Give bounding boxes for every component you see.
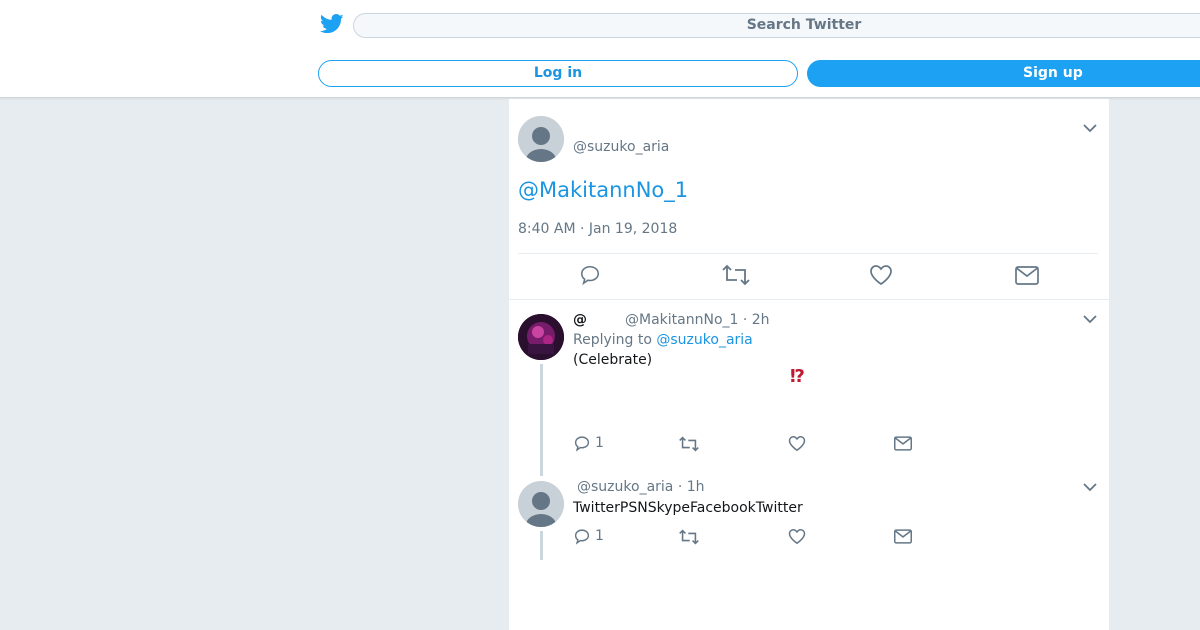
chevron-down-icon[interactable] — [1083, 483, 1097, 492]
reply-count: 1 — [595, 435, 604, 451]
signup-button[interactable]: Sign up — [807, 60, 1200, 87]
like-heart-icon[interactable] — [788, 435, 806, 452]
chevron-down-icon[interactable] — [1083, 124, 1097, 133]
tweet-timestamp[interactable]: 8:40 AM · Jan 19, 2018 — [518, 221, 677, 237]
direct-message-icon[interactable] — [894, 529, 912, 544]
retweet-icon[interactable] — [722, 264, 750, 286]
interrobang-emoji: ⁉ — [790, 366, 805, 387]
reply-icon[interactable] — [579, 264, 601, 286]
twitter-bird-icon[interactable] — [320, 13, 344, 35]
direct-message-icon[interactable] — [894, 436, 912, 451]
reply-handle-time[interactable]: @suzuko_aria · 1h — [577, 479, 705, 495]
avatar[interactable] — [518, 481, 564, 527]
reply-count: 1 — [595, 528, 604, 544]
replying-to: Replying to @suzuko_aria — [573, 332, 753, 348]
top-bar: Search Twitter Log in Sign up — [0, 0, 1200, 98]
reply-text: (Celebrate) — [573, 352, 653, 368]
thread-line — [540, 364, 543, 476]
login-button[interactable]: Log in — [318, 60, 798, 87]
conversation-panel: @suzuko_aria @MakitannNo_1 8:40 AM · Jan… — [509, 99, 1109, 630]
retweet-icon[interactable] — [679, 436, 699, 452]
default-profile-icon — [518, 481, 564, 527]
replying-to-link[interactable]: @suzuko_aria — [656, 332, 752, 348]
default-profile-icon — [518, 116, 564, 162]
direct-message-icon[interactable] — [1015, 266, 1039, 285]
reply-icon[interactable] — [573, 528, 591, 545]
avatar[interactable] — [518, 116, 564, 162]
tweet-text-mention[interactable]: @MakitannNo_1 — [518, 178, 688, 202]
like-heart-icon[interactable] — [869, 264, 893, 286]
like-heart-icon[interactable] — [788, 528, 806, 545]
reply-display-name[interactable]: @ — [573, 312, 587, 328]
reply-text: TwitterPSNSkypeFacebookTwitter — [573, 500, 803, 516]
thread-line — [540, 531, 543, 560]
avatar[interactable] — [518, 314, 564, 360]
reply-handle-time[interactable]: @MakitannNo_1 · 2h — [625, 312, 770, 328]
search-placeholder: Search Twitter — [746, 17, 862, 33]
replying-prefix: Replying to — [573, 332, 652, 348]
profile-photo — [518, 314, 564, 360]
divider — [509, 299, 1109, 300]
divider — [518, 253, 1098, 254]
search-input[interactable]: Search Twitter — [353, 13, 1200, 38]
retweet-icon[interactable] — [679, 529, 699, 545]
reply-icon[interactable] — [573, 435, 591, 452]
tweet-handle[interactable]: @suzuko_aria — [573, 139, 669, 155]
chevron-down-icon[interactable] — [1083, 315, 1097, 324]
